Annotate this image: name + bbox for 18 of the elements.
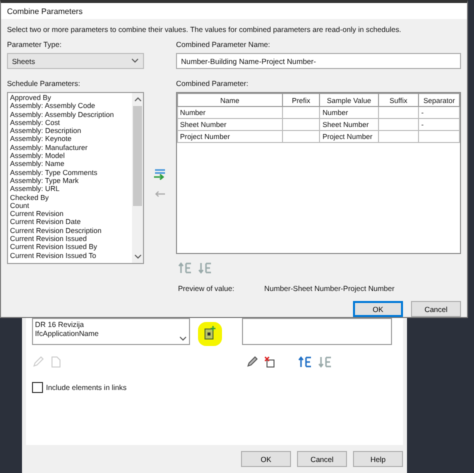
window-title: Combine Parameters — [7, 6, 83, 16]
pencil-icon[interactable] — [246, 356, 258, 368]
checkbox[interactable] — [32, 382, 43, 393]
move-up-icon[interactable] — [298, 356, 312, 368]
paste-icon[interactable] — [50, 356, 62, 368]
delete-icon[interactable] — [264, 356, 276, 368]
add-field-icon[interactable] — [204, 326, 216, 340]
add-parameter-icon[interactable] — [153, 168, 167, 180]
move-up-icon[interactable] — [178, 262, 192, 274]
scrollbar[interactable] — [132, 93, 143, 263]
scroll-down-icon[interactable] — [134, 254, 142, 260]
remove-parameter-icon[interactable] — [154, 190, 166, 198]
move-down-icon[interactable] — [198, 262, 212, 274]
move-down-icon[interactable] — [318, 356, 332, 368]
scroll-up-icon[interactable] — [134, 96, 142, 102]
chevron-icon — [131, 58, 139, 64]
selected-fields-list[interactable] — [242, 318, 392, 345]
scroll-down-icon[interactable] — [179, 336, 187, 342]
